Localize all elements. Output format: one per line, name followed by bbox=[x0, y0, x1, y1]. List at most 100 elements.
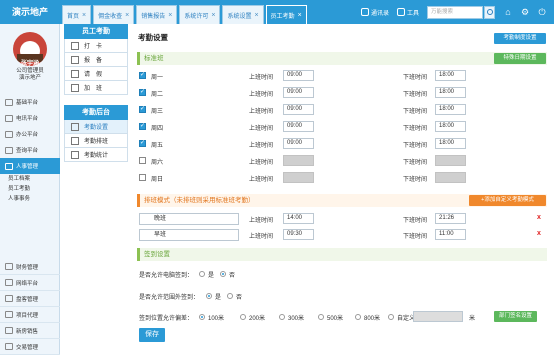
tab-5[interactable]: 员工考勤 × bbox=[265, 5, 307, 24]
pc-sign-no-radio[interactable] bbox=[220, 271, 226, 277]
attendance-item-0[interactable]: 打 卡 bbox=[64, 39, 128, 53]
shift-name-input[interactable]: 早班 bbox=[139, 229, 239, 241]
sidebar-subitem-0[interactable]: 员工档案 bbox=[0, 174, 60, 184]
save-button[interactable]: 保存 bbox=[139, 328, 165, 342]
attendance-item-1[interactable]: 报 备 bbox=[64, 53, 128, 67]
sidebar-subitem-1[interactable]: 员工考勤 bbox=[0, 184, 60, 194]
range-radio-3[interactable] bbox=[318, 314, 324, 320]
tools-button[interactable]: 工具 bbox=[396, 8, 419, 17]
delete-shift-icon[interactable]: x bbox=[537, 214, 541, 221]
sidebar-item-label: 办公平台 bbox=[16, 132, 39, 138]
close-icon[interactable]: × bbox=[254, 12, 258, 19]
range-radio-1[interactable] bbox=[240, 314, 246, 320]
day-checkbox[interactable] bbox=[139, 88, 146, 96]
off-time-input[interactable]: 18:00 bbox=[435, 70, 466, 81]
user-info: 公司管理员 演示地产 bbox=[0, 68, 60, 82]
meter-unit-label: 米 bbox=[469, 316, 476, 322]
range-radio-5[interactable] bbox=[388, 314, 394, 320]
custom-deviation-input[interactable] bbox=[413, 311, 463, 322]
sign-section-header: 签到设置 bbox=[137, 248, 547, 261]
sidebar-subitem-2[interactable]: 人事事务 bbox=[0, 194, 60, 204]
day-checkbox[interactable] bbox=[139, 139, 146, 147]
attendance-system-button[interactable]: 考勤制度设置 bbox=[494, 33, 546, 44]
settings-icon[interactable]: ⚙ bbox=[520, 7, 530, 17]
day-checkbox[interactable] bbox=[139, 122, 146, 130]
sidebar-item-4[interactable]: 人事管理 bbox=[0, 158, 60, 174]
tab-strip: 首页 × 佣金收查 × 销售报告 × 系统许可 × 系统设置 × 员工考勤 × bbox=[62, 5, 309, 24]
add-custom-mode-button[interactable]: +添加自定义考勤模式 bbox=[469, 195, 546, 206]
attendance-item-2[interactable]: 请 假 bbox=[64, 67, 128, 81]
shift-on-input[interactable]: 14:00 bbox=[283, 213, 314, 224]
sidebar-item-label: 财务管理 bbox=[16, 264, 39, 271]
shift-off-input[interactable]: 11:00 bbox=[435, 229, 466, 240]
off-time-input[interactable] bbox=[435, 155, 466, 166]
clock-icon bbox=[71, 41, 79, 50]
power-icon[interactable]: ⏻ bbox=[537, 7, 547, 17]
off-time-input[interactable]: 18:00 bbox=[435, 121, 466, 132]
tab-2[interactable]: 销售报告 × bbox=[136, 5, 178, 24]
delete-shift-icon[interactable]: x bbox=[537, 230, 541, 237]
sidebar-item2-4[interactable]: 新房销售 bbox=[0, 323, 60, 339]
key-icon bbox=[5, 327, 13, 334]
pc-sign-yes-radio[interactable] bbox=[199, 271, 205, 277]
close-icon[interactable]: × bbox=[125, 12, 129, 19]
on-time-input[interactable] bbox=[283, 172, 314, 183]
search-icon[interactable] bbox=[484, 5, 495, 19]
sidebar-item2-0[interactable]: 财务管理 bbox=[0, 259, 60, 275]
range-radio-2[interactable] bbox=[279, 314, 285, 320]
sidebar-item-1[interactable]: 电讯平台 bbox=[0, 110, 60, 126]
day-checkbox[interactable] bbox=[139, 105, 146, 113]
folder-icon bbox=[5, 130, 13, 138]
search-input[interactable]: 万能搜索 bbox=[427, 5, 483, 19]
backend-item-1[interactable]: 考勤排班 bbox=[64, 134, 128, 148]
outside-sign-no-radio[interactable] bbox=[227, 293, 233, 299]
on-time-input[interactable]: 09:00 bbox=[283, 121, 314, 132]
sidebar-item-label: 交易管理 bbox=[16, 344, 39, 351]
range-radio-0[interactable] bbox=[199, 314, 205, 320]
on-time-input[interactable]: 09:00 bbox=[283, 87, 314, 98]
backend-item-2[interactable]: 考勤统计 bbox=[64, 148, 128, 162]
pc-sign-no-label: 否 bbox=[229, 273, 236, 279]
backend-item-0[interactable]: 考勤设置 bbox=[64, 120, 128, 134]
day-checkbox[interactable] bbox=[139, 157, 146, 164]
shift-name-input[interactable]: 晚班 bbox=[139, 213, 239, 225]
tab-4[interactable]: 系统设置 × bbox=[222, 5, 264, 24]
sidebar-item-label: 新房销售 bbox=[16, 328, 39, 335]
on-time-input[interactable]: 09:00 bbox=[283, 104, 314, 115]
sidebar-item2-5[interactable]: 交易管理 bbox=[0, 339, 60, 355]
contacts-button[interactable]: 通讯录 bbox=[360, 8, 389, 17]
on-time-input[interactable]: 09:00 bbox=[283, 138, 314, 149]
close-icon[interactable]: × bbox=[298, 12, 302, 19]
close-icon[interactable]: × bbox=[82, 12, 86, 19]
dept-sign-button[interactable]: 部门签名设置 bbox=[494, 311, 537, 322]
off-time-input[interactable]: 18:00 bbox=[435, 104, 466, 115]
tab-1[interactable]: 佣金收查 × bbox=[93, 5, 135, 24]
sidebar-item2-2[interactable]: 盘客管理 bbox=[0, 291, 60, 307]
handshake-icon bbox=[5, 343, 13, 350]
shift-on-input[interactable]: 09:30 bbox=[283, 229, 314, 240]
close-icon[interactable]: × bbox=[168, 12, 172, 19]
off-time-input[interactable]: 18:00 bbox=[435, 87, 466, 98]
on-time-label: 上班时间 bbox=[249, 218, 274, 224]
day-checkbox[interactable] bbox=[139, 71, 146, 79]
sidebar-item-0[interactable]: 基础平台 bbox=[0, 94, 60, 110]
day-checkbox[interactable] bbox=[139, 174, 146, 181]
shirt-icon[interactable]: ⌂ bbox=[503, 7, 513, 17]
special-date-button[interactable]: 特殊日期设置 bbox=[494, 53, 546, 64]
off-time-input[interactable] bbox=[435, 172, 466, 183]
sidebar-item-2[interactable]: 办公平台 bbox=[0, 126, 60, 142]
tab-0[interactable]: 首页 × bbox=[62, 5, 92, 24]
off-time-input[interactable]: 18:00 bbox=[435, 138, 466, 149]
shift-off-input[interactable]: 21:26 bbox=[435, 213, 466, 224]
backend-item-label: 考勤统计 bbox=[84, 153, 109, 159]
sidebar-item2-3[interactable]: 项目代理 bbox=[0, 307, 60, 323]
on-time-input[interactable]: 09:00 bbox=[283, 70, 314, 81]
sidebar-item-3[interactable]: 查询平台 bbox=[0, 142, 60, 158]
sidebar-item2-1[interactable]: 网络平台 bbox=[0, 275, 60, 291]
on-time-input[interactable] bbox=[283, 155, 314, 166]
attendance-item-3[interactable]: 加 班 bbox=[64, 81, 128, 95]
tab-3[interactable]: 系统许可 × bbox=[179, 5, 221, 24]
outside-sign-yes-radio[interactable] bbox=[206, 293, 212, 299]
range-radio-4[interactable] bbox=[355, 314, 361, 320]
close-icon[interactable]: × bbox=[211, 12, 215, 19]
